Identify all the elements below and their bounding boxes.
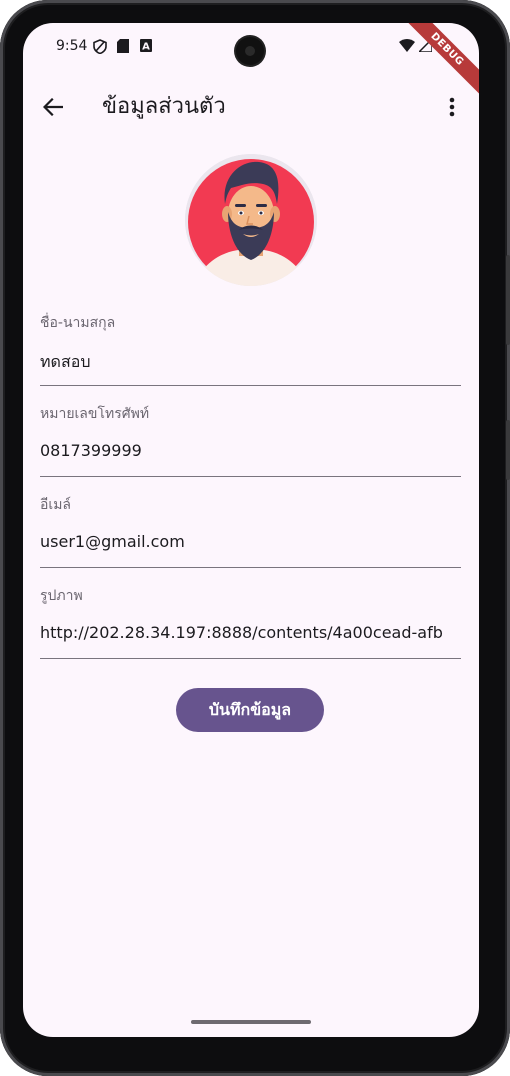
phone-label: หมายเลขโทรศัพท์ — [40, 406, 150, 422]
email-label: อีเมล์ — [40, 497, 72, 513]
phone-input[interactable]: 0817399999 — [40, 441, 461, 460]
fullname-input[interactable]: ทดสอบ — [40, 350, 461, 375]
device-frame: 9:54 A DEBUG ข้อมูลส่วนตัว ชื่อ-นามสกุล … — [0, 0, 510, 1076]
page-title: ข้อมูลส่วนตัว — [102, 94, 226, 119]
power-button — [506, 420, 510, 480]
image-url-label: รูปภาพ — [40, 588, 83, 604]
front-camera — [236, 37, 264, 65]
fullname-label: ชื่อ-นามสกุล — [40, 315, 116, 331]
image-url-underline — [40, 658, 461, 659]
back-button[interactable] — [37, 91, 69, 123]
fullname-field[interactable]: ชื่อ-นามสกุล ทดสอบ — [40, 312, 461, 388]
a-notification-icon: A — [140, 39, 152, 52]
status-bar: 9:54 A DEBUG — [23, 23, 479, 98]
more-menu-button[interactable] — [436, 91, 468, 123]
avatar[interactable] — [185, 154, 317, 286]
screen: 9:54 A DEBUG ข้อมูลส่วนตัว ชื่อ-นามสกุล … — [23, 23, 479, 1037]
phone-underline — [40, 476, 461, 477]
image-url-field[interactable]: รูปภาพ http://202.28.34.197:8888/content… — [40, 585, 461, 661]
gesture-nav-handle[interactable] — [191, 1020, 311, 1024]
svg-text:A: A — [142, 42, 150, 53]
arrow-back-icon — [43, 98, 63, 116]
save-button[interactable]: บันทึกข้อมูล — [176, 688, 324, 732]
sd-card-icon — [117, 39, 129, 53]
volume-button — [506, 255, 510, 345]
status-time: 9:54 — [56, 38, 88, 54]
email-underline — [40, 567, 461, 568]
app-bar: ข้อมูลส่วนตัว — [23, 79, 479, 135]
bearded-man-avatar-icon — [185, 154, 317, 286]
email-field[interactable]: อีเมล์ user1@gmail.com — [40, 494, 461, 570]
shield-icon — [93, 39, 107, 54]
wifi-icon — [399, 39, 415, 52]
more-vert-icon — [449, 97, 455, 117]
email-input[interactable]: user1@gmail.com — [40, 532, 461, 551]
phone-field[interactable]: หมายเลขโทรศัพท์ 0817399999 — [40, 403, 461, 479]
image-url-input[interactable]: http://202.28.34.197:8888/contents/4a00c… — [40, 623, 461, 642]
fullname-underline — [40, 385, 461, 386]
